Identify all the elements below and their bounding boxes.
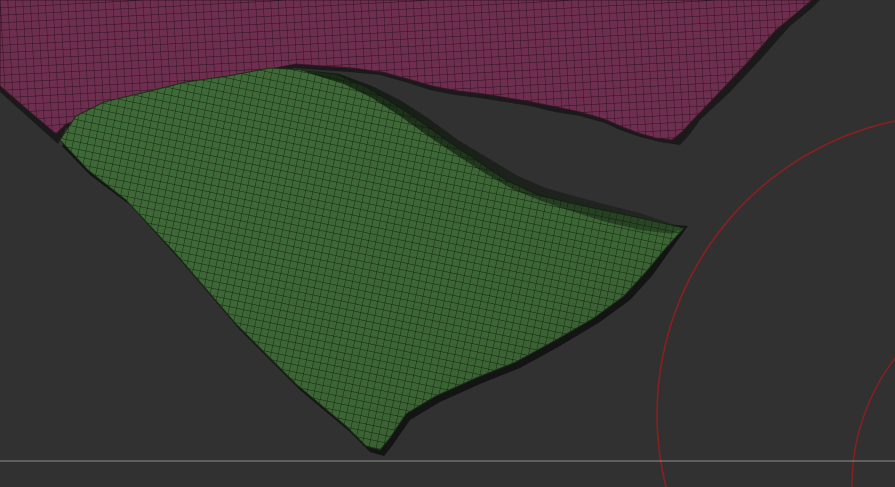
transform-gizmo[interactable] [656, 120, 895, 487]
3d-viewport[interactable] [0, 0, 895, 487]
gizmo-inner-ring[interactable] [851, 357, 895, 487]
green-mesh-shading [60, 68, 684, 450]
green-mesh[interactable] [59, 67, 688, 456]
viewport-scene[interactable] [0, 0, 895, 487]
